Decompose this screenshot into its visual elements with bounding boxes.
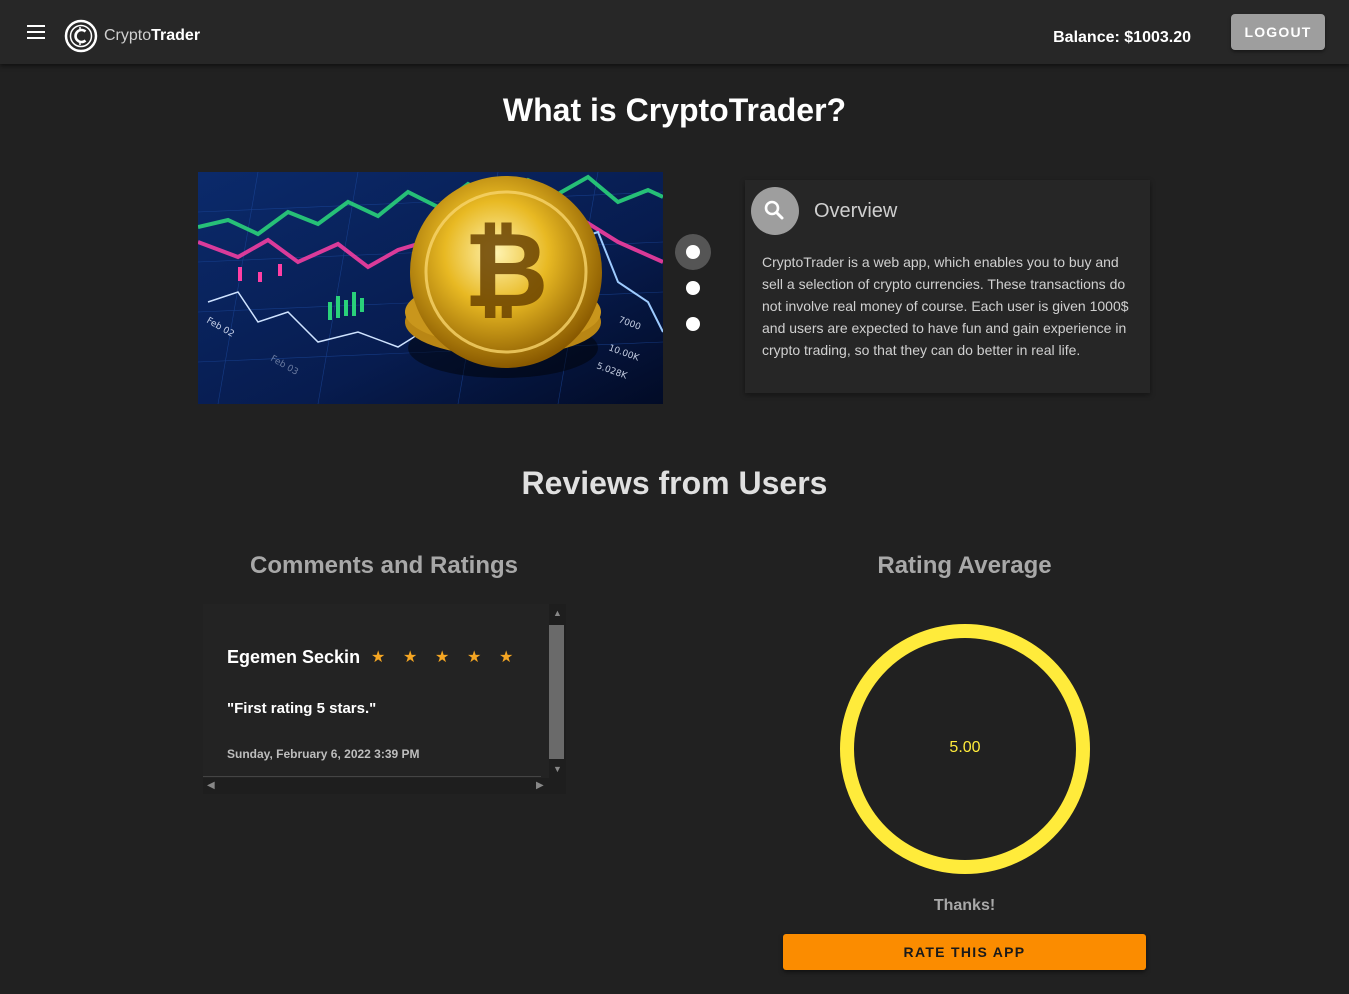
brand-name-part2: Trader [151,27,201,44]
svg-text:₿: ₿ [464,209,549,331]
comment-date: Sunday, February 6, 2022 3:39 PM [227,747,420,761]
star-icon: ★ [435,649,450,666]
carousel-image: ₿ 7000 10.00K 5.028K Feb 02 Feb 03 [198,172,663,404]
brand-name[interactable]: CryptoTrader [104,27,200,45]
comment-divider [203,776,541,777]
vertical-scrollbar[interactable]: ▲ ▼ [549,604,566,778]
comment-item: Egemen Seckin ★ ★ ★ ★ ★ "First rating 5 star… [203,604,549,778]
overview-title: Overview [814,200,898,222]
comment-author: Egemen Seckin [227,647,361,667]
star-icon: ★ [467,649,482,666]
brand-name-part1: Crypto [104,27,152,44]
about-heading: What is CryptoTrader? [502,92,847,128]
horizontal-scrollbar[interactable]: ◀ ▶ [203,778,549,794]
scroll-down-icon[interactable]: ▼ [553,764,562,774]
carousel-dot-2[interactable] [675,270,711,306]
overview-text: CryptoTrader is a web app, which enables… [762,254,1129,358]
overview-avatar [751,187,799,235]
comment-stars: ★ ★ ★ ★ ★ [371,647,531,667]
app-bar: CryptoTrader Balance: $1003.20 LOGOUT [0,0,1349,64]
scroll-right-icon[interactable]: ▶ [536,780,544,791]
search-icon [764,200,784,220]
carousel-dot-1[interactable] [675,234,711,270]
rating-heading: Rating Average [877,552,1052,579]
balance-label: Balance: $1003.20 [1053,29,1191,46]
comment-text: "First rating 5 stars." [227,700,377,717]
scroll-left-icon[interactable]: ◀ [207,780,215,791]
scrollbar-thumb[interactable] [549,625,564,759]
logout-button[interactable]: LOGOUT [1231,14,1325,50]
star-icon: ★ [403,649,418,666]
rating-average-value: 5.00 [949,739,981,756]
star-icon: ★ [499,649,514,666]
comments-heading: Comments and Ratings [249,552,519,579]
menu-icon[interactable] [22,20,50,44]
reviews-heading: Reviews from Users [521,465,828,501]
carousel-dot-3[interactable] [675,306,711,342]
comments-list[interactable]: Egemen Seckin ★ ★ ★ ★ ★ "First rating 5 star… [203,604,566,794]
star-icon: ★ [371,649,386,666]
scroll-up-icon[interactable]: ▲ [553,608,562,618]
thanks-text: Thanks! [933,897,996,914]
overview-card: Overview CryptoTrader is a web app, whic… [745,180,1150,393]
carousel-indicators [675,234,711,342]
logo-icon[interactable] [64,19,98,53]
rate-app-button[interactable]: RATE THIS APP [783,934,1146,970]
